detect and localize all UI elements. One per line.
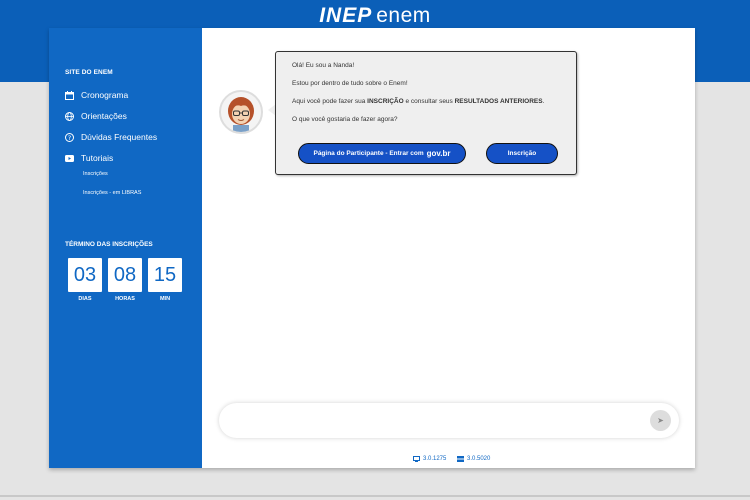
inep-enem-logo: INEP enem (0, 4, 750, 28)
countdown-title: TÉRMINO DAS INSCRIÇÕES (65, 241, 153, 248)
youtube-icon (65, 154, 74, 163)
countdown-minutes-label: MIN (159, 296, 171, 302)
chat-line-offer-resultados: RESULTADOS ANTERIORES (454, 98, 543, 105)
sidebar-item-label: Orientações (81, 111, 127, 121)
sidebar-subitem-libras[interactable]: Inscrições - em LIBRAS (83, 190, 141, 196)
send-button[interactable]: ➤ (650, 410, 671, 431)
chat-input[interactable] (233, 411, 633, 430)
sidebar-item-label: Tutoriais (81, 153, 114, 163)
version-web-label: 3.0.1275 (423, 456, 447, 462)
countdown-hours: 08 (108, 258, 142, 292)
countdown-minutes: 15 (148, 258, 182, 292)
countdown-days-label: DIAS (78, 296, 92, 302)
sidebar-item-label: Cronograma (81, 90, 129, 100)
calendar-icon (65, 90, 74, 100)
participante-govbr-button[interactable]: Página do Participante - Entrar com gov.b… (298, 143, 466, 164)
main-card: SITE DO ENEM Cronograma Orientações ? Dú… (49, 28, 695, 468)
sidebar: SITE DO ENEM Cronograma Orientações ? Dú… (49, 28, 202, 468)
countdown-days: 03 (68, 258, 102, 292)
version-web: 3.0.1275 (413, 456, 446, 462)
chat-line-offer-inscricao: INSCRIÇÃO (367, 98, 404, 105)
sidebar-item-tutoriais[interactable]: Tutoriais (65, 153, 113, 163)
svg-text:?: ? (68, 134, 71, 142)
chat-line-offer: Aqui você pode fazer sua INSCRIÇÃO e con… (292, 98, 544, 105)
monitor-icon (413, 456, 420, 462)
nanda-avatar (219, 90, 263, 134)
chat-bubble: Olá! Eu sou a Nanda! Estou por dentro de… (275, 51, 577, 175)
sidebar-item-duvidas[interactable]: ? Dúvidas Frequentes (65, 132, 157, 142)
govbr-label: gov.br (426, 149, 451, 158)
chat-line-intro: Estou por dentro de tudo sobre o Enem! (292, 80, 408, 87)
server-icon (457, 456, 464, 462)
globe-icon (65, 111, 74, 121)
sidebar-subitem-inscricoes[interactable]: Inscrições (83, 171, 108, 177)
logo-inep: INEP (319, 4, 373, 27)
question-icon: ? (65, 132, 74, 142)
chat-line-offer-mid: e consultar seus (403, 98, 455, 105)
version-server: 3.0.5020 (457, 456, 490, 462)
inscricao-button[interactable]: Inscrição (486, 143, 558, 164)
send-icon: ➤ (657, 416, 664, 425)
bottom-divider (0, 495, 750, 497)
sidebar-item-cronograma[interactable]: Cronograma (65, 90, 128, 100)
sidebar-item-label: Dúvidas Frequentes (81, 132, 158, 142)
chat-input-wrapper: ➤ (219, 403, 679, 438)
participante-button-label: Página do Participante - Entrar com (313, 150, 424, 157)
chat-line-offer-post: . (542, 98, 545, 105)
logo-enem: enem (376, 4, 431, 27)
chat-line-offer-pre: Aqui você pode fazer sua (292, 98, 368, 105)
chat-line-greeting: Olá! Eu sou a Nanda! (292, 62, 355, 69)
countdown-hours-label: HORAS (115, 296, 135, 302)
sidebar-item-orientacoes[interactable]: Orientações (65, 111, 127, 121)
sidebar-title: SITE DO ENEM (65, 69, 113, 76)
chat-line-question: O que você gostaria de fazer agora? (292, 116, 398, 123)
version-server-label: 3.0.5020 (467, 456, 491, 462)
